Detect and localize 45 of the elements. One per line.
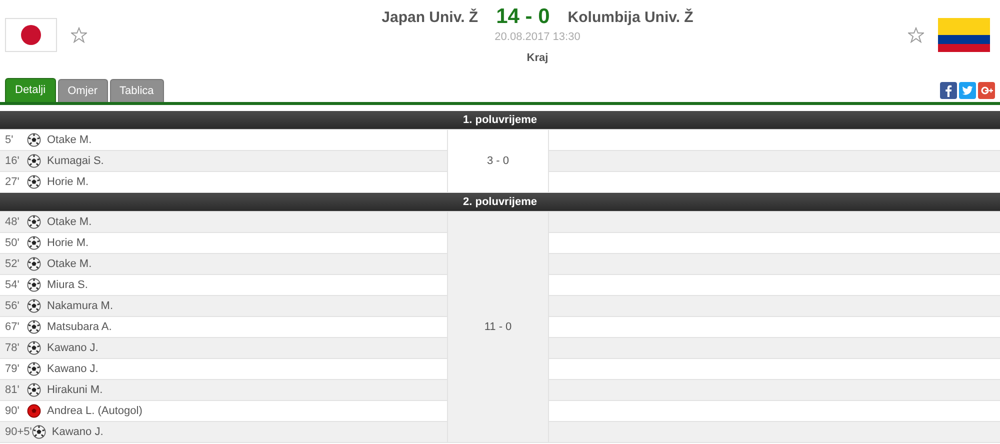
minute: 27'	[5, 176, 20, 188]
player-name: Andrea L. (Autogol)	[47, 405, 142, 417]
period-score: 11 - 0	[448, 212, 548, 442]
match-status: Kraj	[526, 52, 548, 64]
player-name: Nakamura M.	[47, 300, 114, 312]
star-icon[interactable]	[71, 27, 87, 43]
player-name: Horie M.	[47, 237, 89, 249]
player-name: Otake M.	[47, 258, 92, 270]
player-name: Matsubara A.	[47, 321, 112, 333]
player-name: Otake M.	[47, 216, 92, 228]
tab[interactable]: Omjer	[58, 79, 108, 102]
minute: 54'	[5, 279, 20, 291]
player-name: Kawano J.	[47, 363, 98, 375]
tab[interactable]: Detalji	[5, 78, 56, 102]
player-name: Horie M.	[47, 176, 89, 188]
player-name: Hirakuni M.	[47, 384, 103, 396]
minute: 67'	[5, 321, 20, 333]
minute: 16'	[5, 155, 20, 167]
star-icon[interactable]	[908, 27, 924, 43]
minute: 52'	[5, 258, 20, 270]
minute: 48'	[5, 216, 20, 228]
minute: 5'	[5, 134, 14, 146]
tab[interactable]: Tablica	[110, 79, 164, 102]
match-score: 14 - 0	[496, 5, 550, 29]
player-name: Miura S.	[47, 279, 88, 291]
player-name: Kawano J.	[52, 426, 104, 438]
twitter-icon[interactable]	[959, 82, 976, 99]
period-score: 3 - 0	[448, 130, 548, 192]
minute: 90'	[5, 405, 20, 417]
minute: 56'	[5, 300, 20, 312]
minute: 79'	[5, 363, 20, 375]
google-plus-icon[interactable]	[978, 82, 995, 99]
period-header: 2. poluvrijeme	[0, 192, 1000, 212]
facebook-icon[interactable]	[940, 82, 957, 99]
player-name: Kumagai S.	[47, 155, 104, 167]
minute: 90+5'	[5, 426, 32, 438]
minute: 78'	[5, 342, 20, 354]
minute: 50'	[5, 237, 20, 249]
player-name: Otake M.	[47, 134, 92, 146]
period-header: 1. poluvrijeme	[0, 111, 1000, 130]
team-name: Kolumbija Univ. Ž	[568, 8, 694, 26]
minute: 81'	[5, 384, 20, 396]
team-name: Japan Univ. Ž	[382, 8, 478, 26]
match-date: 20.08.2017 13:30	[494, 31, 580, 43]
player-name: Kawano J.	[47, 342, 98, 354]
